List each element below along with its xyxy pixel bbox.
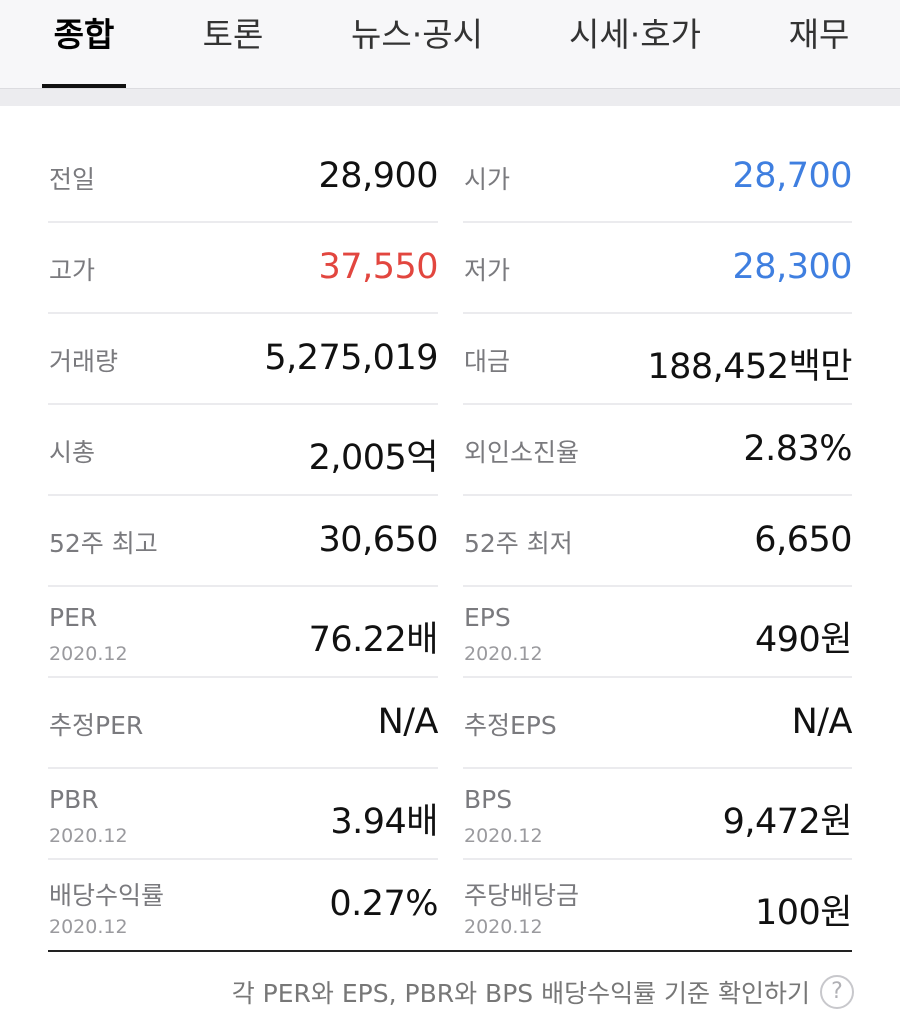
stat-bps-period: 2020.12 (464, 825, 543, 847)
stat-per-value: 76.22배 (308, 620, 439, 660)
stat-foreign-ownership-value: 2.83% (743, 429, 852, 469)
stat-row: 전일 28,900 시가 28,700 (48, 132, 853, 223)
stat-high: 고가 37,550 (48, 223, 439, 314)
stat-52w-low: 52주 최저 6,650 (463, 496, 852, 587)
stat-prev-close-label: 전일 (49, 165, 96, 194)
stat-dividend-per-share: 주당배당금 2020.12 100원 (463, 860, 853, 951)
stat-eps-label: EPS (464, 603, 511, 632)
stat-volume-label: 거래량 (49, 347, 119, 376)
stat-row: 52주 최고 30,650 52주 최저 6,650 (48, 496, 852, 587)
stat-high-label: 고가 (49, 256, 96, 285)
stat-52w-high-label: 52주 최고 (49, 529, 158, 558)
stat-pbr-label: PBR (49, 785, 99, 814)
stat-foreign-ownership-label: 외인소진율 (464, 438, 580, 467)
stat-row: 배당수익률 2020.12 0.27% 주당배당금 2020.12 100원 (48, 860, 853, 951)
section-divider (0, 89, 900, 106)
stat-low: 저가 28,300 (463, 223, 853, 314)
stat-prev-close-value: 28,900 (318, 156, 439, 196)
stat-market-cap-label: 시총 (49, 438, 96, 467)
stat-row: 거래량 5,275,019 대금 188,452백만 (48, 314, 852, 405)
stat-dividend-yield-period: 2020.12 (49, 916, 128, 938)
stat-open-value: 28,700 (732, 156, 853, 196)
stat-eps: EPS 2020.12 490원 (463, 587, 853, 678)
stat-est-eps: 추정EPS N/A (463, 678, 853, 769)
stat-open-label: 시가 (464, 165, 511, 194)
stat-volume-value: 5,275,019 (264, 338, 438, 378)
stat-volume: 거래량 5,275,019 (48, 314, 438, 405)
stat-low-value: 28,300 (732, 247, 853, 287)
stat-est-per-value: N/A (377, 702, 439, 742)
stat-est-per-label: 추정PER (49, 711, 144, 740)
stat-pbr-value: 3.94배 (330, 802, 438, 842)
stat-52w-high-value: 30,650 (318, 520, 439, 560)
stat-trade-amount: 대금 188,452백만 (463, 314, 852, 405)
stat-trade-amount-value: 188,452백만 (647, 347, 852, 387)
stat-bps-value: 9,472원 (722, 802, 853, 842)
stat-bps-label: BPS (464, 785, 513, 814)
stat-low-label: 저가 (464, 256, 511, 285)
tab-bar: 종합 토론 뉴스·공시 시세·호가 재무 (0, 0, 900, 89)
tab-quotes-orderbook[interactable]: 시세·호가 (558, 0, 712, 88)
stat-52w-low-label: 52주 최저 (464, 529, 573, 558)
stat-trade-amount-label: 대금 (464, 347, 511, 376)
stock-summary-grid: 전일 28,900 시가 28,700 고가 37,550 저가 28,300 거래량 5,275… (48, 132, 853, 951)
stat-dividend-yield-label: 배당수익률 (49, 881, 165, 910)
stat-eps-value: 490원 (754, 620, 853, 660)
stat-dividend-per-share-period: 2020.12 (464, 916, 543, 938)
stat-per-label: PER (49, 603, 98, 632)
question-circle-icon[interactable]: ? (820, 975, 854, 1009)
tab-discussion[interactable]: 토론 (190, 0, 276, 88)
stat-high-value: 37,550 (318, 247, 439, 287)
active-tab-indicator (42, 84, 126, 88)
stat-market-cap-value: 2,005억 (308, 438, 439, 478)
tab-financials[interactable]: 재무 (776, 0, 862, 88)
stat-dividend-yield-value: 0.27% (329, 884, 438, 924)
stat-prev-close: 전일 28,900 (48, 132, 439, 223)
grid-bottom-rule (48, 950, 852, 952)
criteria-link[interactable]: 각 PER와 EPS, PBR와 BPS 배당수익률 기준 확인하기 ? (232, 972, 854, 1012)
stat-market-cap: 시총 2,005억 (48, 405, 439, 496)
criteria-link-text[interactable]: 각 PER와 EPS, PBR와 BPS 배당수익률 기준 확인하기 (232, 974, 810, 1010)
stat-open: 시가 28,700 (463, 132, 853, 223)
stat-row: 고가 37,550 저가 28,300 (48, 223, 853, 314)
stat-row: PBR 2020.12 3.94배 BPS 2020.12 9,472원 (48, 769, 853, 860)
stat-dividend-yield: 배당수익률 2020.12 0.27% (48, 860, 438, 951)
stat-dividend-per-share-value: 100원 (754, 893, 853, 933)
stat-row: PER 2020.12 76.22배 EPS 2020.12 490원 (48, 587, 853, 678)
stat-52w-low-value: 6,650 (754, 520, 852, 560)
stat-per: PER 2020.12 76.22배 (48, 587, 439, 678)
tab-news-disclosure[interactable]: 뉴스·공시 (340, 0, 494, 88)
stat-52w-high: 52주 최고 30,650 (48, 496, 439, 587)
stat-eps-period: 2020.12 (464, 643, 543, 665)
stat-pbr: PBR 2020.12 3.94배 (48, 769, 438, 860)
stat-est-eps-value: N/A (791, 702, 853, 742)
stat-row: 추정PER N/A 추정EPS N/A (48, 678, 853, 769)
stat-pbr-period: 2020.12 (49, 825, 128, 847)
stat-row: 시총 2,005억 외인소진율 2.83% (48, 405, 852, 496)
stat-est-per: 추정PER N/A (48, 678, 439, 769)
stat-dividend-per-share-label: 주당배당금 (464, 881, 580, 910)
stat-foreign-ownership: 외인소진율 2.83% (463, 405, 852, 496)
stat-bps: BPS 2020.12 9,472원 (463, 769, 853, 860)
tab-summary[interactable]: 종합 (42, 0, 126, 88)
stat-est-eps-label: 추정EPS (464, 711, 557, 740)
stat-per-period: 2020.12 (49, 643, 128, 665)
